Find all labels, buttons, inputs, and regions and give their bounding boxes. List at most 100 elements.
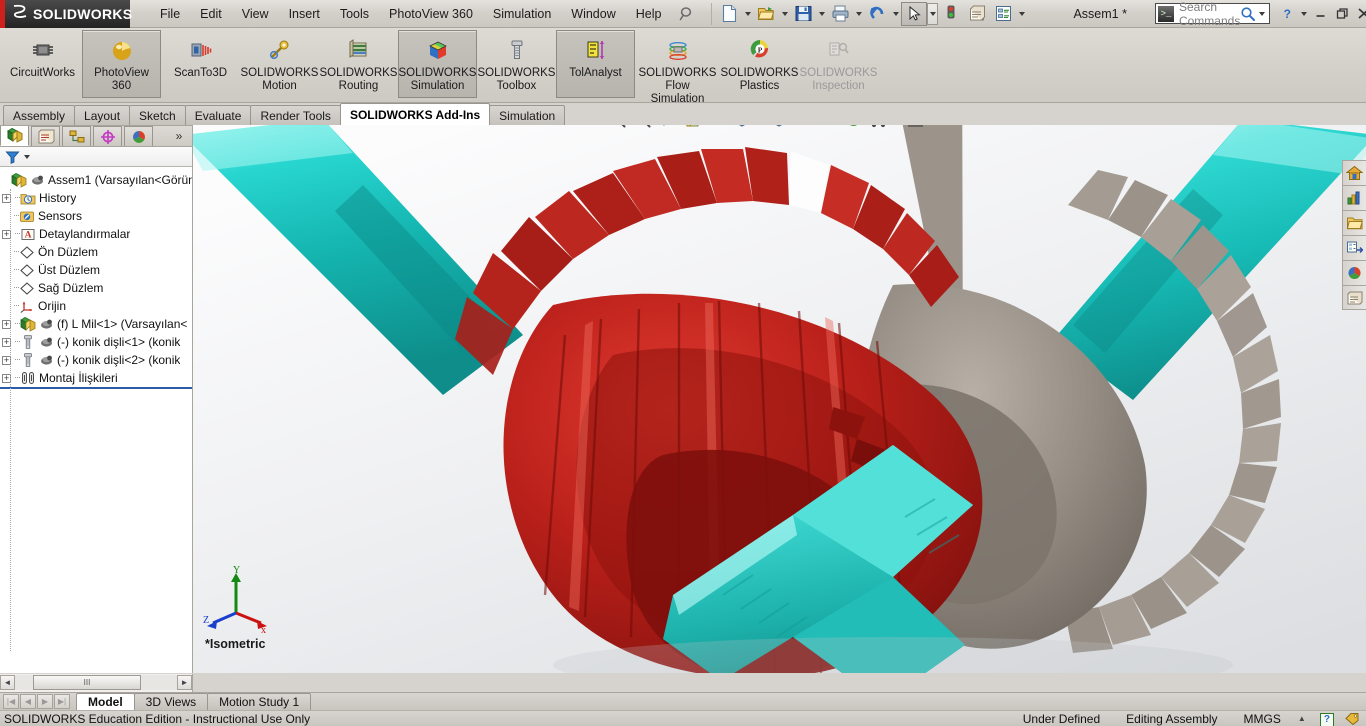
select-cursor-icon[interactable] [901, 1, 928, 26]
tree-item-sensors[interactable]: Sensors [0, 207, 192, 225]
bottom-tab-model[interactable]: Model [76, 692, 135, 711]
view-settings-icon[interactable] [866, 125, 890, 131]
feature-tree-hscrollbar[interactable]: ◄ III ► [0, 673, 193, 692]
save-icon[interactable] [790, 2, 816, 26]
hscroll-thumb[interactable]: III [33, 675, 141, 690]
save-dropdown[interactable] [816, 2, 827, 26]
edit-appearance-dropdown[interactable] [829, 125, 840, 131]
menu-photoview-360[interactable]: PhotoView 360 [379, 3, 483, 25]
hscroll-right-arrow[interactable]: ► [177, 675, 192, 690]
task-pane-appearances-icon[interactable] [1342, 260, 1366, 285]
options-dropdown[interactable] [1016, 2, 1027, 26]
ribbon-solidworks-motion[interactable]: SOLIDWORKS Motion [240, 30, 319, 98]
open-document-dropdown[interactable] [779, 2, 790, 26]
menu-tools[interactable]: Tools [330, 3, 379, 25]
tab-layout[interactable]: Layout [74, 105, 131, 125]
tree-item-ust-duzlem[interactable]: Üst Düzlem [0, 261, 192, 279]
display-style-dropdown[interactable] [755, 125, 766, 131]
menu-view[interactable]: View [232, 3, 279, 25]
tree-item-detaylandirmalar[interactable]: + A Detaylandırmalar [0, 225, 192, 243]
search-input[interactable]: Search Commands [1179, 0, 1240, 28]
menu-insert[interactable]: Insert [279, 3, 330, 25]
hscroll-track[interactable]: III [15, 675, 177, 690]
tab-assembly[interactable]: Assembly [3, 105, 76, 125]
filter-funnel-icon[interactable] [5, 150, 20, 164]
bottom-tab-3d-views[interactable]: 3D Views [133, 693, 209, 710]
document-restore-icon[interactable] [1294, 125, 1316, 126]
tree-item-orijin[interactable]: Orijin [0, 297, 192, 315]
document-minimize-icon[interactable] [1272, 125, 1294, 126]
file-properties-icon[interactable] [964, 2, 990, 26]
menu-file[interactable]: File [150, 3, 190, 25]
tree-tabs-more-icon[interactable]: » [166, 126, 192, 146]
bottom-tab-motion-study-1[interactable]: Motion Study 1 [207, 693, 312, 710]
tree-tab-feature-manager[interactable] [0, 124, 29, 146]
search-commands-box[interactable]: >_ Search Commands [1154, 0, 1271, 28]
print-icon[interactable] [827, 2, 853, 26]
tree-item-l-mil-1[interactable]: + (f) L Mil<1> (Varsayılan< [0, 315, 192, 333]
tab-nav-next-icon[interactable]: ▶ [37, 694, 53, 709]
ribbon-circuitworks[interactable]: CircuitWorks [3, 30, 82, 98]
bevel-gear-model[interactable] [193, 125, 1366, 673]
close-icon[interactable] [1353, 3, 1366, 25]
menu-window[interactable]: Window [561, 3, 625, 25]
feature-tree-filter-bar[interactable] [0, 147, 192, 167]
tree-item-konik-disli-1[interactable]: + (-) konik dişli<1> (konik [0, 333, 192, 351]
hide-show-items-icon[interactable] [767, 125, 791, 131]
select-dropdown[interactable] [927, 2, 939, 25]
tree-tab-display-manager[interactable] [124, 126, 153, 146]
ribbon-scanto3d[interactable]: ScanTo3D [161, 30, 240, 98]
zoom-to-fit-icon[interactable] [605, 125, 629, 131]
tree-tab-property-manager[interactable] [31, 126, 60, 146]
tab-evaluate[interactable]: Evaluate [184, 105, 252, 125]
new-document-icon[interactable] [716, 2, 742, 26]
apply-scene-text-icon[interactable]: A [705, 125, 729, 131]
pin-icon[interactable] [677, 5, 695, 23]
task-pane-design-library-icon[interactable] [1342, 185, 1366, 210]
new-document-dropdown[interactable] [742, 2, 753, 26]
document-close-icon[interactable] [1316, 125, 1338, 126]
ribbon-solidworks-simulation[interactable]: SOLIDWORKS Simulation [398, 30, 477, 98]
tree-item-montaj-iliskileri[interactable]: + Montaj İlişkileri [0, 369, 192, 387]
tab-nav-last-icon[interactable]: ▶| [54, 694, 70, 709]
tree-tab-configuration-manager[interactable] [62, 126, 91, 146]
rebuild-traffic-light-icon[interactable] [938, 2, 964, 26]
ribbon-solidworks-plastics[interactable]: P SOLIDWORKS Plastics [720, 30, 799, 98]
open-document-icon[interactable] [753, 2, 779, 26]
tab-solidworks-add-ins[interactable]: SOLIDWORKS Add-Ins [339, 103, 491, 125]
viewport-layout-icon[interactable] [903, 125, 927, 131]
tab-sketch[interactable]: Sketch [129, 105, 186, 125]
tree-item-konik-disli-2[interactable]: + (-) konik dişli<2> (konik [0, 351, 192, 369]
tab-nav-previous-icon[interactable]: ◀ [20, 694, 36, 709]
magnifier-icon[interactable] [1240, 6, 1256, 22]
tree-item-history[interactable]: + History [0, 189, 192, 207]
solidworks-logo[interactable]: SOLIDWORKS [0, 0, 132, 28]
ribbon-solidworks-flow-simulation[interactable]: SOLIDWORKS Flow Simulation [635, 30, 720, 107]
task-pane-file-explorer-icon[interactable] [1342, 210, 1366, 235]
status-help-badge[interactable]: ? [1310, 711, 1344, 726]
apply-scene-sphere-icon[interactable] [841, 125, 865, 131]
ribbon-photoview-360[interactable]: PhotoView 360 [82, 30, 161, 98]
ribbon-tolanalyst[interactable]: TolAnalyst [556, 30, 635, 98]
tree-item-sag-duzlem[interactable]: Sağ Düzlem [0, 279, 192, 297]
status-units[interactable]: MMGS [1231, 712, 1294, 726]
ribbon-solidworks-inspection[interactable]: SOLIDWORKS Inspection [799, 30, 878, 98]
dock-split-icon[interactable] [1250, 125, 1272, 126]
view-orientation-icon[interactable] [680, 125, 704, 131]
display-style-icon[interactable] [730, 125, 754, 131]
search-dropdown[interactable] [1256, 2, 1267, 26]
tab-nav-first-icon[interactable]: |◀ [3, 694, 19, 709]
menu-simulation[interactable]: Simulation [483, 3, 561, 25]
tab-simulation[interactable]: Simulation [489, 105, 566, 125]
minimize-icon[interactable] [1309, 3, 1331, 25]
help-button[interactable]: ? [1276, 3, 1298, 25]
ribbon-solidworks-routing[interactable]: SOLIDWORKS Routing [319, 30, 398, 98]
menu-help[interactable]: Help [626, 3, 672, 25]
undo-icon[interactable] [864, 2, 890, 26]
edit-appearance-glasses-icon[interactable] [804, 125, 828, 131]
tree-tab-dimxpert-manager[interactable] [93, 126, 122, 146]
print-dropdown[interactable] [853, 2, 864, 26]
hscroll-left-arrow[interactable]: ◄ [0, 675, 15, 690]
help-dropdown[interactable] [1298, 2, 1309, 26]
units-caret-icon[interactable]: ▲ [1294, 712, 1310, 726]
